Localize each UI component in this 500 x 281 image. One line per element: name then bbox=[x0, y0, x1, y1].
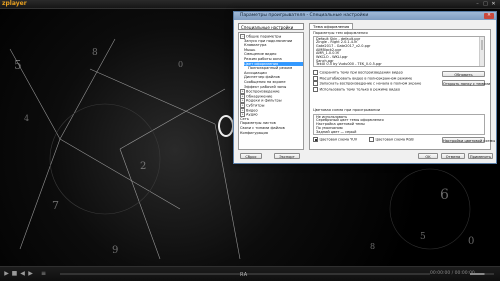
tree-item-label: Режим работы окна bbox=[244, 57, 282, 61]
checkbox[interactable] bbox=[313, 75, 318, 81]
menu-icon[interactable]: ≡ bbox=[40, 270, 47, 277]
tree-item-label: Связи с типами файлов bbox=[240, 126, 285, 130]
close-icon[interactable]: ✕ bbox=[490, 1, 497, 7]
app-logo: zplayer bbox=[2, 0, 27, 7]
checkbox-label: Цветовая схема RGB bbox=[375, 137, 414, 142]
cancel-button[interactable]: Отмена bbox=[441, 153, 465, 159]
checkbox[interactable] bbox=[313, 137, 318, 142]
svg-text:0: 0 bbox=[468, 236, 474, 247]
checkbox[interactable] bbox=[313, 70, 318, 75]
tree-item-label: Сеть bbox=[240, 116, 249, 121]
checkbox-label: Цветовая схема YUV bbox=[319, 137, 358, 142]
checkbox-label: Использовать тему только в режиме видео bbox=[319, 87, 401, 91]
settings-navigation: Специальные настройки − Общие параметры За… bbox=[238, 23, 306, 150]
checkbox-row[interactable]: Использовать тему только в режиме видео bbox=[313, 86, 401, 92]
svg-text:2: 2 bbox=[140, 161, 146, 172]
svg-text:7: 7 bbox=[52, 199, 59, 212]
dialog-title: Параметры проигрывателя - Специальные на… bbox=[240, 13, 369, 18]
tree-item-label: Диспетчер файлов bbox=[244, 75, 280, 80]
maximize-icon[interactable]: □ bbox=[482, 1, 489, 7]
ok-button[interactable]: OK bbox=[418, 153, 438, 159]
open-skin-folder-button[interactable]: Открыть папку с темами bbox=[442, 80, 490, 86]
preset-select[interactable]: Специальные настройки bbox=[238, 23, 304, 30]
checkbox-row[interactable]: Масштабировать видео в полноэкранном реж… bbox=[313, 75, 413, 81]
checkbox-row[interactable]: Цветовая схема RGB bbox=[369, 137, 414, 142]
list-item[interactable]: TekUI 0.5 by Vudu000 - TEK_0.0.5.pgr bbox=[316, 63, 382, 66]
list-item[interactable]: Задний цвет — серый bbox=[316, 130, 356, 134]
svg-text:8: 8 bbox=[370, 242, 375, 251]
play-icon[interactable]: ▶ bbox=[3, 270, 10, 277]
tree-item-label: Мышь bbox=[244, 47, 256, 52]
color-scheme-settings-button[interactable]: Настройки цветовой схемы bbox=[442, 137, 495, 143]
skin-settings-panel: Параметры тем оформления Default Skin - … bbox=[309, 29, 495, 150]
apply-button[interactable]: Применить bbox=[468, 153, 493, 159]
profile-group-label: Параметры тем оформления bbox=[313, 31, 368, 35]
skin-list-scrollbar[interactable] bbox=[479, 37, 484, 66]
dialog-close-icon[interactable]: ✕ bbox=[484, 13, 494, 19]
checkbox-label: Запускать воспроизведение с начала в пол… bbox=[319, 81, 422, 86]
settings-tree: − Общие параметры Запуск при подключении Кл… bbox=[238, 32, 304, 150]
checkbox-row[interactable]: Цветовая схема YUV bbox=[313, 137, 357, 142]
svg-text:9: 9 bbox=[112, 245, 118, 256]
next-icon[interactable]: ▶ bbox=[27, 270, 34, 277]
tree-item-label: Параметры листов bbox=[240, 121, 276, 126]
tree-item[interactable]: Конфигурация bbox=[240, 131, 303, 135]
checkbox-row[interactable]: Запускать воспроизведение с начала в пол… bbox=[313, 81, 421, 86]
tree-item-label: Полноэкранный режим bbox=[248, 66, 293, 71]
tree-item-label: Конфигурация bbox=[240, 130, 268, 135]
svg-text:5: 5 bbox=[420, 232, 426, 242]
checkbox-label: Сохранять тему при воспроизведении видео bbox=[319, 70, 403, 75]
tree-item-label: Сообщения на экране bbox=[244, 80, 286, 84]
checkbox[interactable] bbox=[369, 137, 374, 142]
svg-text:6: 6 bbox=[440, 187, 449, 203]
tree-item-label: Запуск при подключении bbox=[244, 38, 293, 43]
checkbox[interactable] bbox=[313, 81, 318, 86]
scrollbar-thumb[interactable] bbox=[480, 40, 483, 50]
svg-text:0: 0 bbox=[178, 60, 183, 69]
tree-item-label: Эффект рабочей зоны bbox=[244, 84, 287, 89]
skin-list[interactable]: Default Skin - default.pgr Zingle - Right… bbox=[313, 36, 485, 67]
svg-text:4: 4 bbox=[24, 114, 29, 123]
refresh-button[interactable]: Обновить bbox=[442, 71, 485, 77]
tree-item-label: Цвет оформления bbox=[244, 61, 279, 66]
checkbox-row[interactable]: Сохранять тему при воспроизведении видео bbox=[313, 70, 403, 75]
checkbox-label: Масштабировать видео в полноэкранном реж… bbox=[319, 76, 413, 80]
tree-item-label: Смещение видео bbox=[244, 52, 277, 57]
tree-item-label: Ассоциации bbox=[244, 70, 267, 75]
color-scheme-list[interactable]: Не использовать Серебряный цвет темы офор… bbox=[313, 114, 485, 135]
time-label: RA bbox=[240, 272, 248, 278]
tree-item-label: Клавиатура bbox=[244, 43, 267, 48]
stop-icon[interactable]: ■ bbox=[11, 270, 18, 277]
checkbox[interactable] bbox=[313, 86, 318, 92]
export-button[interactable]: Экспорт bbox=[274, 153, 300, 159]
control-bar: ▶ ■ ◀ ▶ ≡ RA 00:00:00 / 00:00:00 bbox=[0, 266, 500, 281]
volume-slider[interactable] bbox=[470, 273, 494, 275]
svg-text:5: 5 bbox=[14, 58, 22, 72]
settings-dialog: Параметры проигрывателя - Специальные на… bbox=[233, 11, 497, 164]
minimize-icon[interactable]: – bbox=[474, 1, 481, 7]
player-window: zplayer – □ ✕ 5 8 2 7 0 4 6 0 5 8 9 ▶ ■ … bbox=[0, 0, 500, 281]
dialog-title-bar: Параметры проигрывателя - Специальные на… bbox=[234, 12, 496, 20]
previous-icon[interactable]: ◀ bbox=[19, 270, 26, 277]
reset-button[interactable]: Сброс bbox=[240, 153, 262, 159]
svg-text:8: 8 bbox=[92, 48, 98, 58]
color-group-label: Цветовая схема при проигрывании bbox=[313, 108, 381, 112]
title-bar: zplayer – □ ✕ bbox=[0, 0, 500, 9]
time-readout: 00:00:00 / 00:00:00 bbox=[430, 271, 475, 276]
